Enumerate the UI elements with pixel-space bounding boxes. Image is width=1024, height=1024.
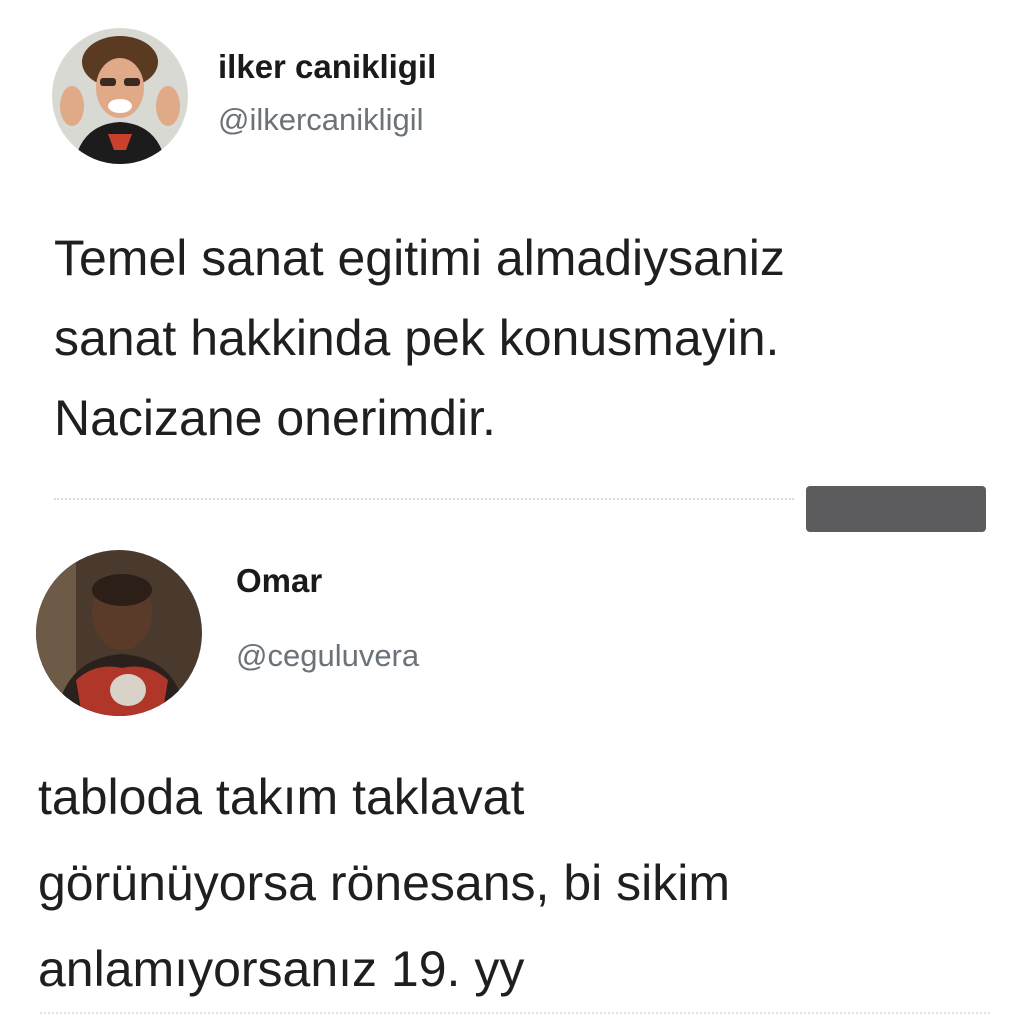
- avatar[interactable]: [36, 550, 202, 716]
- tweet-text-line: tabloda takım taklavat: [38, 769, 525, 825]
- avatar[interactable]: [52, 28, 188, 164]
- divider: [40, 1012, 990, 1014]
- tweet-text-line: Temel sanat egitimi almadiysaniz: [54, 230, 785, 286]
- tweet-text: tabloda takım taklavat görünüyorsa rönes…: [38, 754, 730, 1012]
- tweet-text: Temel sanat egitimi almadiysaniz sanat h…: [54, 218, 785, 458]
- user-handle[interactable]: @ilkercanikligil: [218, 102, 423, 138]
- tweet-text-line: görünüyorsa rönesans, bi sikim: [38, 855, 730, 911]
- tweet-card[interactable]: ilker canikligil @ilkercanikligil Temel …: [0, 0, 1024, 490]
- man-smiling-avatar-icon: [52, 28, 188, 164]
- tweet-text-line: anlamıyorsanız 19. yy: [38, 941, 525, 997]
- user-handle[interactable]: @ceguluvera: [236, 638, 419, 674]
- tweet-text-line: Nacizane onerimdir.: [54, 390, 496, 446]
- tweet-text-line: sanat hakkinda pek konusmayin.: [54, 310, 780, 366]
- man-portrait-avatar-icon: [36, 550, 202, 716]
- display-name[interactable]: ilker canikligil: [218, 48, 436, 86]
- divider: [54, 498, 794, 500]
- tweet-card[interactable]: Omar @ceguluvera tabloda takım taklavat …: [0, 520, 1024, 1024]
- display-name[interactable]: Omar: [236, 562, 322, 600]
